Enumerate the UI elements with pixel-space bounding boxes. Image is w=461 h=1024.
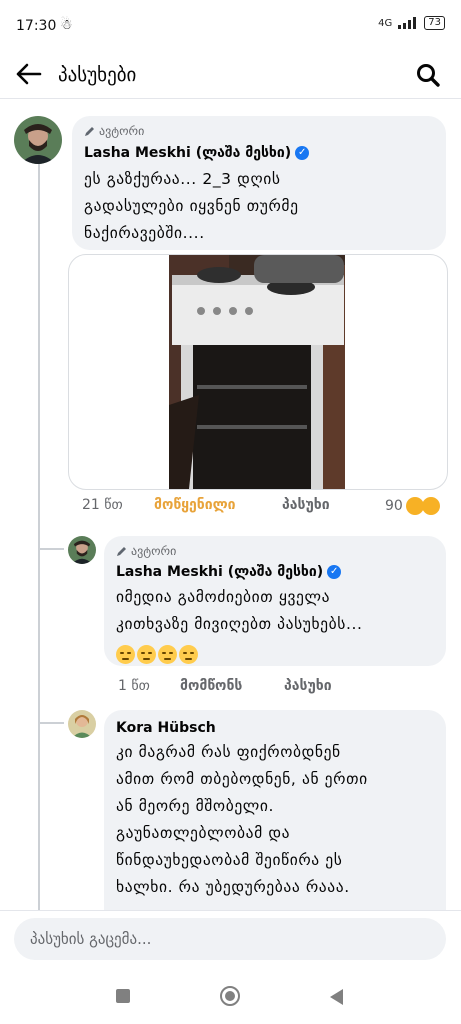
divider (0, 910, 461, 911)
status-icons: 4G 73 (378, 16, 445, 30)
relieved-face-icon (158, 645, 177, 664)
pencil-icon (117, 546, 126, 556)
author-badge: ავტორი (116, 544, 176, 558)
comment-line: ხალხი. რა უბედურებაა რააა. (116, 878, 350, 896)
pencil-icon (85, 126, 94, 136)
app-bar: პასუხები (0, 52, 461, 99)
reply-input[interactable] (14, 918, 446, 960)
signal-icon (398, 17, 417, 29)
avatar[interactable] (68, 710, 96, 738)
comment-line: ნაქირავებში.... (84, 224, 205, 242)
reply-button[interactable]: პასუხი (284, 678, 332, 694)
photo-attachment[interactable] (68, 254, 448, 490)
home-icon[interactable] (220, 986, 240, 1006)
comment-bubble[interactable]: ავტორი Lasha Meskhi (ლაშა მესხი) ✓ იმედი… (104, 536, 446, 666)
reactions-count: 90 (385, 498, 403, 514)
sad-reaction-icon (405, 497, 424, 515)
search-icon[interactable] (415, 62, 441, 88)
comment-line: ან მეორე მშობელი. (116, 797, 275, 815)
verified-icon: ✓ (327, 565, 342, 579)
author-badge-label: ავტორი (131, 544, 177, 558)
comment-text: კი მაგრამ რას ფიქრობდნენ ამით რომ თბებოდ… (116, 739, 368, 901)
author-name[interactable]: Lasha Meskhi (ლაშა მესხი) (84, 145, 291, 161)
relieved-face-icon (137, 645, 156, 664)
comment-time: 21 წთ (82, 497, 123, 513)
comment-time: 1 წთ (118, 678, 150, 694)
comment-line: წინდაუხედაობამ შეიწირა ეს (116, 851, 343, 869)
accessibility-icon: ☃ (60, 17, 73, 33)
reply-button[interactable]: პასუხი (282, 497, 330, 513)
page-title: პასუხები (58, 64, 137, 86)
comment-line: ამით რომ თბებოდნენ, ან ერთი (116, 770, 368, 788)
verified-icon: ✓ (295, 146, 310, 160)
author-name[interactable]: Lasha Meskhi (ლაშა მესხი) (116, 564, 323, 580)
back-arrow-icon[interactable] (14, 62, 42, 86)
comment-line: კითხვაზე მივიღებთ პასუხებს... (116, 615, 363, 633)
status-bar: 17:30 ☃ 4G 73 (0, 0, 461, 52)
comment-text: იმედია გამოძიებით ყველა კითხვაზე მივიღებ… (116, 584, 363, 668)
avatar[interactable] (14, 116, 62, 164)
comment-author[interactable]: Kora Hübsch (116, 720, 216, 736)
back-icon[interactable] (330, 989, 343, 1005)
comment-text: ეს გაზქურაა... 2_3 დღის გადასულები იყვნე… (84, 166, 299, 247)
stove-photo (169, 255, 345, 489)
avatar[interactable] (68, 536, 96, 564)
emoji-row (116, 641, 363, 668)
comment-bubble[interactable]: Kora Hübsch კი მაგრამ რას ფიქრობდნენ ამი… (104, 710, 446, 940)
reaction-button[interactable]: მოწყენილი (154, 497, 236, 513)
comment-author[interactable]: Lasha Meskhi (ლაშა მესხი) ✓ (84, 145, 310, 161)
relieved-face-icon (116, 645, 135, 664)
like-button[interactable]: მომწონს (180, 678, 242, 694)
clock: 17:30 (16, 18, 57, 34)
comment-bubble[interactable]: ავტორი Lasha Meskhi (ლაშა მესხი) ✓ ეს გა… (72, 116, 446, 250)
comment-line: იმედია გამოძიებით ყველა (116, 588, 331, 606)
network-type: 4G (378, 17, 393, 29)
comment-line: კი მაგრამ რას ფიქრობდნენ (116, 743, 341, 761)
author-name[interactable]: Kora Hübsch (116, 720, 216, 736)
author-badge-label: ავტორი (99, 124, 145, 138)
comment-line: ეს გაზქურაა... 2_3 დღის (84, 170, 281, 188)
author-badge: ავტორი (84, 124, 144, 138)
comment-actions: 1 წთ (118, 678, 150, 694)
battery-icon: 73 (424, 16, 445, 30)
thread-line (38, 164, 40, 914)
thread-branch (38, 722, 64, 724)
thread-branch (38, 548, 64, 550)
wow-reaction-icon (420, 496, 441, 516)
reply-composer[interactable] (14, 918, 446, 960)
comment-line: გაუნათლებლობამ და (116, 824, 291, 842)
relieved-face-icon (179, 645, 198, 664)
comment-line: გადასულები იყვნენ თურმე (84, 197, 299, 215)
recent-apps-icon[interactable] (116, 989, 130, 1003)
comment-actions: 21 წთ (82, 497, 123, 513)
comment-author[interactable]: Lasha Meskhi (ლაშა მესხი) ✓ (116, 564, 342, 580)
reactions-summary[interactable]: 90 (385, 496, 441, 516)
